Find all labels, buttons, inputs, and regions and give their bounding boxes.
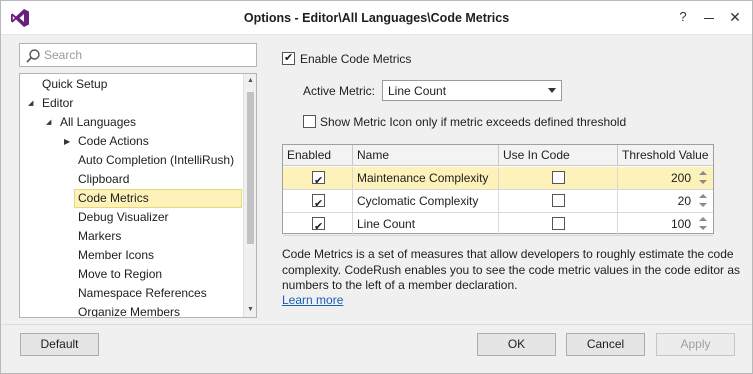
options-tree: Quick Setup ◢ Editor ◢ All Languages ▶ Code Ac… (19, 73, 257, 318)
close-button[interactable]: ✕ (727, 9, 743, 25)
threshold-value: 100 (670, 217, 691, 231)
threshold-spinner[interactable] (698, 193, 708, 209)
expanded-arrow-icon[interactable]: ◢ (46, 113, 56, 132)
spin-up-icon[interactable] (699, 217, 707, 221)
tree-item[interactable]: Debug Visualizer (78, 208, 169, 227)
spin-down-icon[interactable] (699, 180, 707, 184)
window-title: Options - Editor\All Languages\Code Metr… (243, 11, 510, 25)
tree-item[interactable]: Code Metrics (74, 189, 242, 208)
tree-item[interactable]: Code Actions (78, 132, 149, 151)
spin-down-icon[interactable] (699, 203, 707, 207)
threshold-spinner[interactable] (698, 216, 708, 232)
column-header-enabled[interactable]: Enabled (283, 145, 353, 166)
expanded-arrow-icon[interactable]: ◢ (28, 94, 38, 113)
column-header-threshold-value[interactable]: Threshold Value (618, 145, 713, 166)
enabled-checkbox[interactable] (312, 216, 325, 235)
cancel-button[interactable]: Cancel (566, 333, 645, 356)
options-dialog: Options - Editor\All Languages\Code Metr… (0, 0, 753, 374)
grid-header: Enabled Name Use In Code Analysis Thresh… (283, 145, 713, 183)
tree-item[interactable]: Editor (42, 94, 73, 113)
metrics-grid: Enabled Name Use In Code Analysis Thresh… (282, 144, 714, 236)
scroll-down-icon[interactable]: ▼ (244, 303, 256, 317)
tree-item[interactable]: All Languages (60, 113, 136, 132)
use-in-analysis-checkbox[interactable] (552, 217, 565, 230)
threshold-spinner[interactable] (698, 170, 708, 186)
tree-scrollbar[interactable]: ▲ ▼ (243, 74, 256, 317)
threshold-cell[interactable]: 100 (618, 213, 713, 235)
column-header-name[interactable]: Name (353, 145, 499, 166)
title-bar: Options - Editor\All Languages\Code Metr… (1, 1, 752, 35)
scroll-up-icon[interactable]: ▲ (244, 74, 256, 88)
metric-name-cell[interactable]: Line Count (353, 213, 499, 235)
threshold-cell[interactable]: 20 (618, 190, 713, 212)
table-row[interactable]: Maintenance Complexity 200 (283, 167, 713, 190)
column-header-use-in-code-analysis[interactable]: Use In Code Analysis (499, 145, 618, 183)
enabled-cell (283, 190, 353, 212)
enable-code-metrics-checkbox[interactable] (282, 51, 295, 65)
tree-item[interactable]: Auto Completion (IntelliRush) (78, 151, 234, 170)
use-in-analysis-cell (499, 190, 618, 212)
active-metric-select[interactable]: Line Count (382, 80, 562, 101)
default-button[interactable]: Default (20, 333, 99, 356)
tree-item[interactable]: Quick Setup (42, 75, 107, 94)
enabled-checkbox[interactable] (312, 170, 325, 189)
metric-name-cell[interactable]: Maintenance Complexity (353, 167, 499, 189)
table-row[interactable]: Line Count 100 (283, 213, 713, 236)
metric-name-cell[interactable]: Cyclomatic Complexity (353, 190, 499, 212)
enable-code-metrics-label: Enable Code Metrics (300, 52, 412, 66)
use-in-analysis-cell (499, 167, 618, 189)
chevron-down-icon (548, 88, 556, 93)
threshold-cell[interactable]: 200 (618, 167, 713, 189)
search-input[interactable] (44, 46, 250, 64)
use-in-analysis-checkbox[interactable] (552, 194, 565, 207)
use-in-analysis-checkbox[interactable] (552, 171, 565, 184)
search-icon (26, 49, 40, 63)
use-in-analysis-cell (499, 213, 618, 235)
active-metric-label: Active Metric: (303, 84, 376, 98)
bottom-divider (1, 324, 752, 325)
tree-item[interactable]: Move to Region (78, 265, 162, 284)
enabled-checkbox[interactable] (312, 193, 325, 212)
spin-down-icon[interactable] (699, 226, 707, 230)
description-text: Code Metrics is a set of measures that a… (282, 247, 741, 292)
tree-item[interactable]: Markers (78, 227, 121, 246)
ok-button[interactable]: OK (477, 333, 556, 356)
help-button[interactable]: ? (675, 9, 691, 25)
spin-up-icon[interactable] (699, 194, 707, 198)
tree-item[interactable]: Member Icons (78, 246, 154, 265)
spin-up-icon[interactable] (699, 171, 707, 175)
tree-item[interactable]: Clipboard (78, 170, 129, 189)
search-box[interactable] (19, 43, 257, 67)
minimize-button[interactable] (701, 9, 717, 25)
apply-button[interactable]: Apply (656, 333, 735, 356)
threshold-value: 200 (670, 171, 691, 185)
table-row[interactable]: Cyclomatic Complexity 20 (283, 190, 713, 213)
learn-more-link[interactable]: Learn more (282, 293, 343, 307)
enabled-cell (283, 213, 353, 235)
tree-item[interactable]: Organize Members (78, 303, 180, 317)
tree-item[interactable]: Namespace References (78, 284, 207, 303)
collapsed-arrow-icon[interactable]: ▶ (64, 132, 74, 151)
enabled-cell (283, 167, 353, 189)
active-metric-value: Line Count (388, 84, 447, 98)
show-metric-icon-label: Show Metric Icon only if metric exceeds … (320, 115, 627, 129)
scroll-thumb[interactable] (247, 92, 254, 244)
show-metric-icon-checkbox[interactable] (303, 115, 316, 128)
threshold-value: 20 (677, 194, 691, 208)
